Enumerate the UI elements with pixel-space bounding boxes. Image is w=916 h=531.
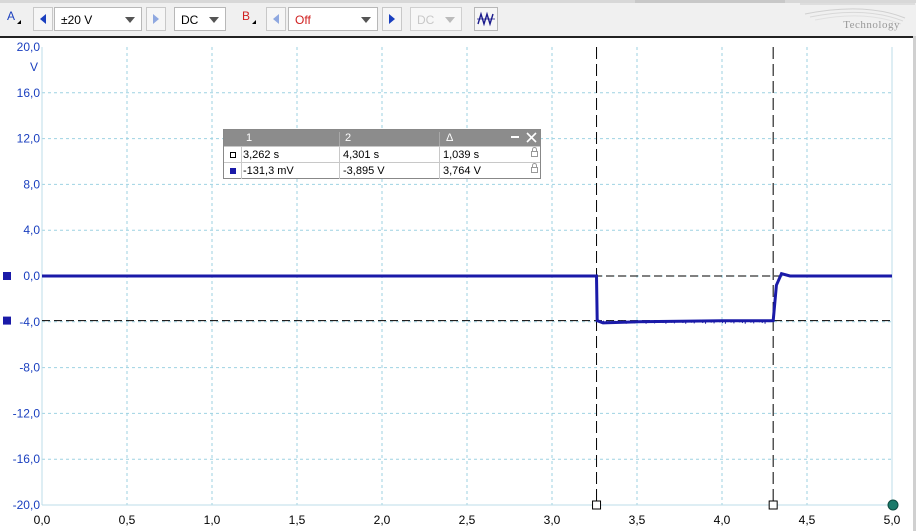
ruler-handles[interactable] bbox=[3, 272, 899, 511]
channel-a-label[interactable]: A bbox=[7, 9, 22, 24]
y-tick-label: 4,0 bbox=[23, 223, 40, 237]
channel-a-marker-icon bbox=[230, 168, 236, 174]
channel-a-coupling-value: DC bbox=[181, 13, 199, 27]
y-tick-label: -12,0 bbox=[13, 406, 41, 420]
y-tick-label: 16,0 bbox=[17, 86, 41, 100]
voltage-delta-value: 3,764 V bbox=[443, 165, 481, 177]
lock-icon[interactable] bbox=[531, 147, 538, 157]
column-2-header: 2 bbox=[345, 132, 352, 144]
arrow-left-icon bbox=[273, 14, 279, 24]
y-tick-label: 0,0 bbox=[23, 269, 40, 283]
auto-setup-button[interactable] bbox=[474, 7, 498, 31]
channel-b-range-down-button[interactable] bbox=[266, 7, 286, 31]
x-tick-label: 1,5 bbox=[289, 513, 306, 527]
arrow-right-icon bbox=[153, 14, 159, 24]
column-1-header: 1 bbox=[246, 132, 253, 144]
channel-b-coupling-value: DC bbox=[417, 13, 435, 27]
measurement-box[interactable]: 1 2 Δ 3,262 s 4,301 s 1,039 s -131,3 mV … bbox=[223, 129, 541, 179]
y-axis-labels: 20,0 16,0 12,0 8,0 4,0 0,0 -4,0 -8,0 -12,0 -16,0 -… bbox=[13, 40, 41, 512]
channel-a-range-down-button[interactable] bbox=[33, 7, 53, 31]
y-tick-label: -20,0 bbox=[13, 498, 41, 512]
time-ruler-marker-icon bbox=[230, 152, 236, 158]
brand-logo: Technology bbox=[635, 0, 916, 36]
close-icon[interactable] bbox=[526, 132, 537, 143]
chevron-down-icon bbox=[125, 17, 135, 23]
x-tick-label: 2,5 bbox=[459, 513, 476, 527]
arrow-right-icon bbox=[389, 14, 395, 24]
x-tick-label: 3,5 bbox=[629, 513, 646, 527]
x-axis-labels: 0,0 0,5 1,0 1,5 2,0 2,5 3,0 3,5 4,0 4,5 5,0 bbox=[34, 513, 901, 527]
channel-b-coupling-select: DC bbox=[410, 7, 462, 31]
tab-strip bbox=[635, 0, 785, 3]
y-tick-label: 12,0 bbox=[17, 132, 41, 146]
channel-a-range-up-button[interactable] bbox=[146, 7, 166, 31]
trigger-marker-icon bbox=[887, 499, 899, 511]
lock-icon[interactable] bbox=[531, 163, 538, 173]
chevron-down-icon bbox=[361, 17, 371, 23]
channel-b-range-up-button[interactable] bbox=[382, 7, 402, 31]
y-tick-label: -16,0 bbox=[13, 452, 41, 466]
measurement-row-voltage: -131,3 mV -3,895 V 3,764 V bbox=[224, 162, 540, 179]
y-tick-label: 8,0 bbox=[23, 177, 40, 191]
x-tick-label: 4,0 bbox=[714, 513, 731, 527]
channel-b-range-select[interactable]: Off bbox=[288, 7, 378, 31]
time-ruler-1-value: 3,262 s bbox=[243, 149, 280, 161]
time-ruler-2-value: 4,301 s bbox=[343, 149, 380, 161]
voltage-ruler-1-value: -131,3 mV bbox=[243, 165, 294, 177]
chevron-down-icon bbox=[445, 17, 455, 23]
x-tick-label: 5,0 bbox=[884, 513, 901, 527]
channel-a-coupling-select[interactable]: DC bbox=[174, 7, 226, 31]
arrow-left-icon bbox=[40, 14, 46, 24]
x-tick-label: 2,0 bbox=[374, 513, 391, 527]
minimize-icon[interactable] bbox=[511, 136, 519, 138]
chevron-down-icon bbox=[209, 17, 219, 23]
channel-a-range-value: ±20 V bbox=[61, 13, 93, 27]
time-ruler-handle bbox=[768, 500, 778, 510]
time-ruler-handle bbox=[592, 500, 602, 510]
channel-b-label[interactable]: B bbox=[242, 9, 257, 24]
voltage-ruler-handle bbox=[3, 316, 11, 325]
channel-b-range-value: Off bbox=[295, 13, 311, 27]
x-tick-label: 0,5 bbox=[119, 513, 136, 527]
x-tick-label: 4,5 bbox=[799, 513, 816, 527]
column-delta-header: Δ bbox=[446, 132, 454, 144]
x-tick-label: 3,0 bbox=[544, 513, 561, 527]
channel-a-range-select[interactable]: ±20 V bbox=[54, 7, 142, 31]
y-tick-label: -4,0 bbox=[19, 315, 40, 329]
y-axis-unit-label: V bbox=[30, 60, 38, 74]
voltage-ruler-2-value: -3,895 V bbox=[343, 165, 385, 177]
scope-plot[interactable]: 20,016,012,08,04,00,0-4,0-8,0-12,0-16,0-… bbox=[0, 36, 913, 531]
x-tick-label: 1,0 bbox=[204, 513, 221, 527]
toolbar: A ±20 V DC B Off DC Technology bbox=[0, 0, 916, 36]
auto-setup-icon bbox=[477, 11, 495, 27]
brand-text: Technology bbox=[843, 19, 900, 31]
x-tick-label: 0,0 bbox=[34, 513, 51, 527]
measurement-header[interactable]: 1 2 Δ bbox=[224, 130, 540, 148]
y-tick-label: -8,0 bbox=[19, 361, 40, 375]
voltage-ruler-handle bbox=[3, 272, 11, 280]
y-tick-label: 20,0 bbox=[17, 40, 41, 54]
time-delta-value: 1,039 s bbox=[443, 149, 480, 161]
measurement-row-time: 3,262 s 4,301 s 1,039 s bbox=[224, 146, 540, 163]
